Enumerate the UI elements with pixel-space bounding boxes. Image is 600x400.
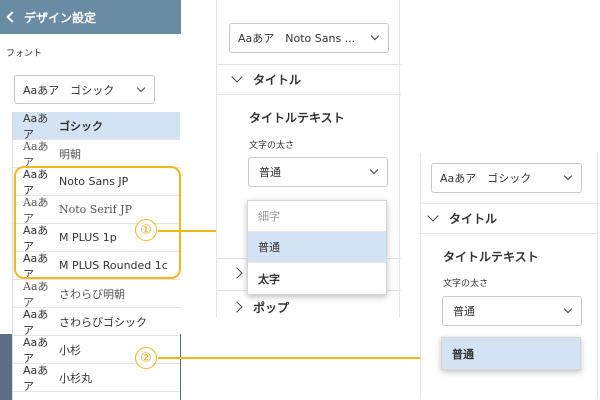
- font-sample: Aaあア: [23, 363, 49, 393]
- font-weight-value: 普通: [259, 166, 281, 179]
- section-title-toggle[interactable]: タイトル: [217, 66, 401, 92]
- section-title: タイトル: [449, 211, 498, 226]
- font-option-mincho[interactable]: Aaあア 明朝: [13, 140, 180, 169]
- divider: [421, 203, 599, 204]
- new-fonts-highlight: [14, 166, 181, 279]
- font-name: ゴシック: [59, 119, 103, 133]
- font-weight-select[interactable]: 普通: [442, 296, 582, 326]
- chevron-right-icon: [231, 267, 243, 279]
- section-title: タイトル: [253, 72, 302, 87]
- section-popup-label: ポップ: [253, 300, 290, 315]
- font-name: 小杉丸: [59, 371, 92, 385]
- font-option-gothic[interactable]: Aaあア ゴシック: [13, 112, 180, 141]
- divider: [217, 94, 401, 95]
- font-select-value: Aaあア Noto Sans ...: [238, 32, 356, 45]
- font-select[interactable]: Aaあア ゴシック: [14, 75, 155, 104]
- font-weight-select[interactable]: 普通: [248, 157, 388, 187]
- chevron-left-icon[interactable]: [6, 11, 18, 23]
- step-2-arrow-line: [158, 357, 430, 359]
- font-weight-value: 普通: [453, 305, 475, 318]
- header-title: デザイン設定: [24, 10, 97, 25]
- chevron-down-icon: [369, 165, 379, 175]
- font-option-kosugi-maru[interactable]: Aaあア 小杉丸: [13, 363, 180, 393]
- font-name: さわらび明朝: [59, 287, 125, 301]
- weight-option-normal[interactable]: 普通: [248, 232, 386, 263]
- weight-option-thin[interactable]: 細字: [248, 201, 386, 232]
- section-popup-toggle[interactable]: ポップ: [217, 294, 401, 320]
- title-text-heading: タイトルテキスト: [443, 250, 539, 264]
- font-option-sawarabi-mincho[interactable]: Aaあア さわらび明朝: [13, 280, 180, 309]
- divider: [421, 233, 599, 234]
- chevron-down-icon: [231, 71, 243, 83]
- font-weight-label: 文字の太さ: [249, 141, 295, 151]
- divider: [217, 64, 401, 65]
- chevron-right-icon: [231, 301, 243, 313]
- font-name: 小杉: [59, 343, 81, 357]
- chevron-down-icon: [370, 31, 380, 41]
- chevron-down-icon: [427, 210, 439, 222]
- font-select-value: Aaあア ゴシック: [440, 172, 532, 185]
- font-weight-dropdown: 普通: [441, 337, 581, 370]
- font-name: 明朝: [59, 147, 81, 161]
- weight-option-bold[interactable]: 太字: [248, 263, 386, 294]
- title-text-heading: タイトルテキスト: [249, 111, 345, 125]
- font-name: さわらびゴシック: [59, 315, 147, 329]
- weight-option-normal[interactable]: 普通: [442, 338, 580, 369]
- font-select-value: Aaあア ゴシック: [23, 83, 115, 97]
- section-title-toggle[interactable]: タイトル: [421, 205, 599, 231]
- step-2-marker: ②: [135, 347, 157, 369]
- font-select[interactable]: Aaあア Noto Sans ...: [229, 23, 389, 53]
- font-select[interactable]: Aaあア ゴシック: [431, 163, 582, 193]
- chevron-down-icon: [563, 171, 573, 181]
- step-1-marker: ①: [135, 219, 157, 241]
- chevron-down-icon: [136, 83, 146, 93]
- font-option-sawarabi-gothic[interactable]: Aaあア さわらびゴシック: [13, 308, 180, 337]
- design-settings-header[interactable]: デザイン設定: [0, 0, 181, 34]
- font-weight-dropdown: 細字 普通 太字: [247, 200, 387, 295]
- chevron-down-icon: [563, 304, 573, 314]
- font-label: フォント: [6, 49, 43, 59]
- font-weight-label: 文字の太さ: [443, 279, 489, 289]
